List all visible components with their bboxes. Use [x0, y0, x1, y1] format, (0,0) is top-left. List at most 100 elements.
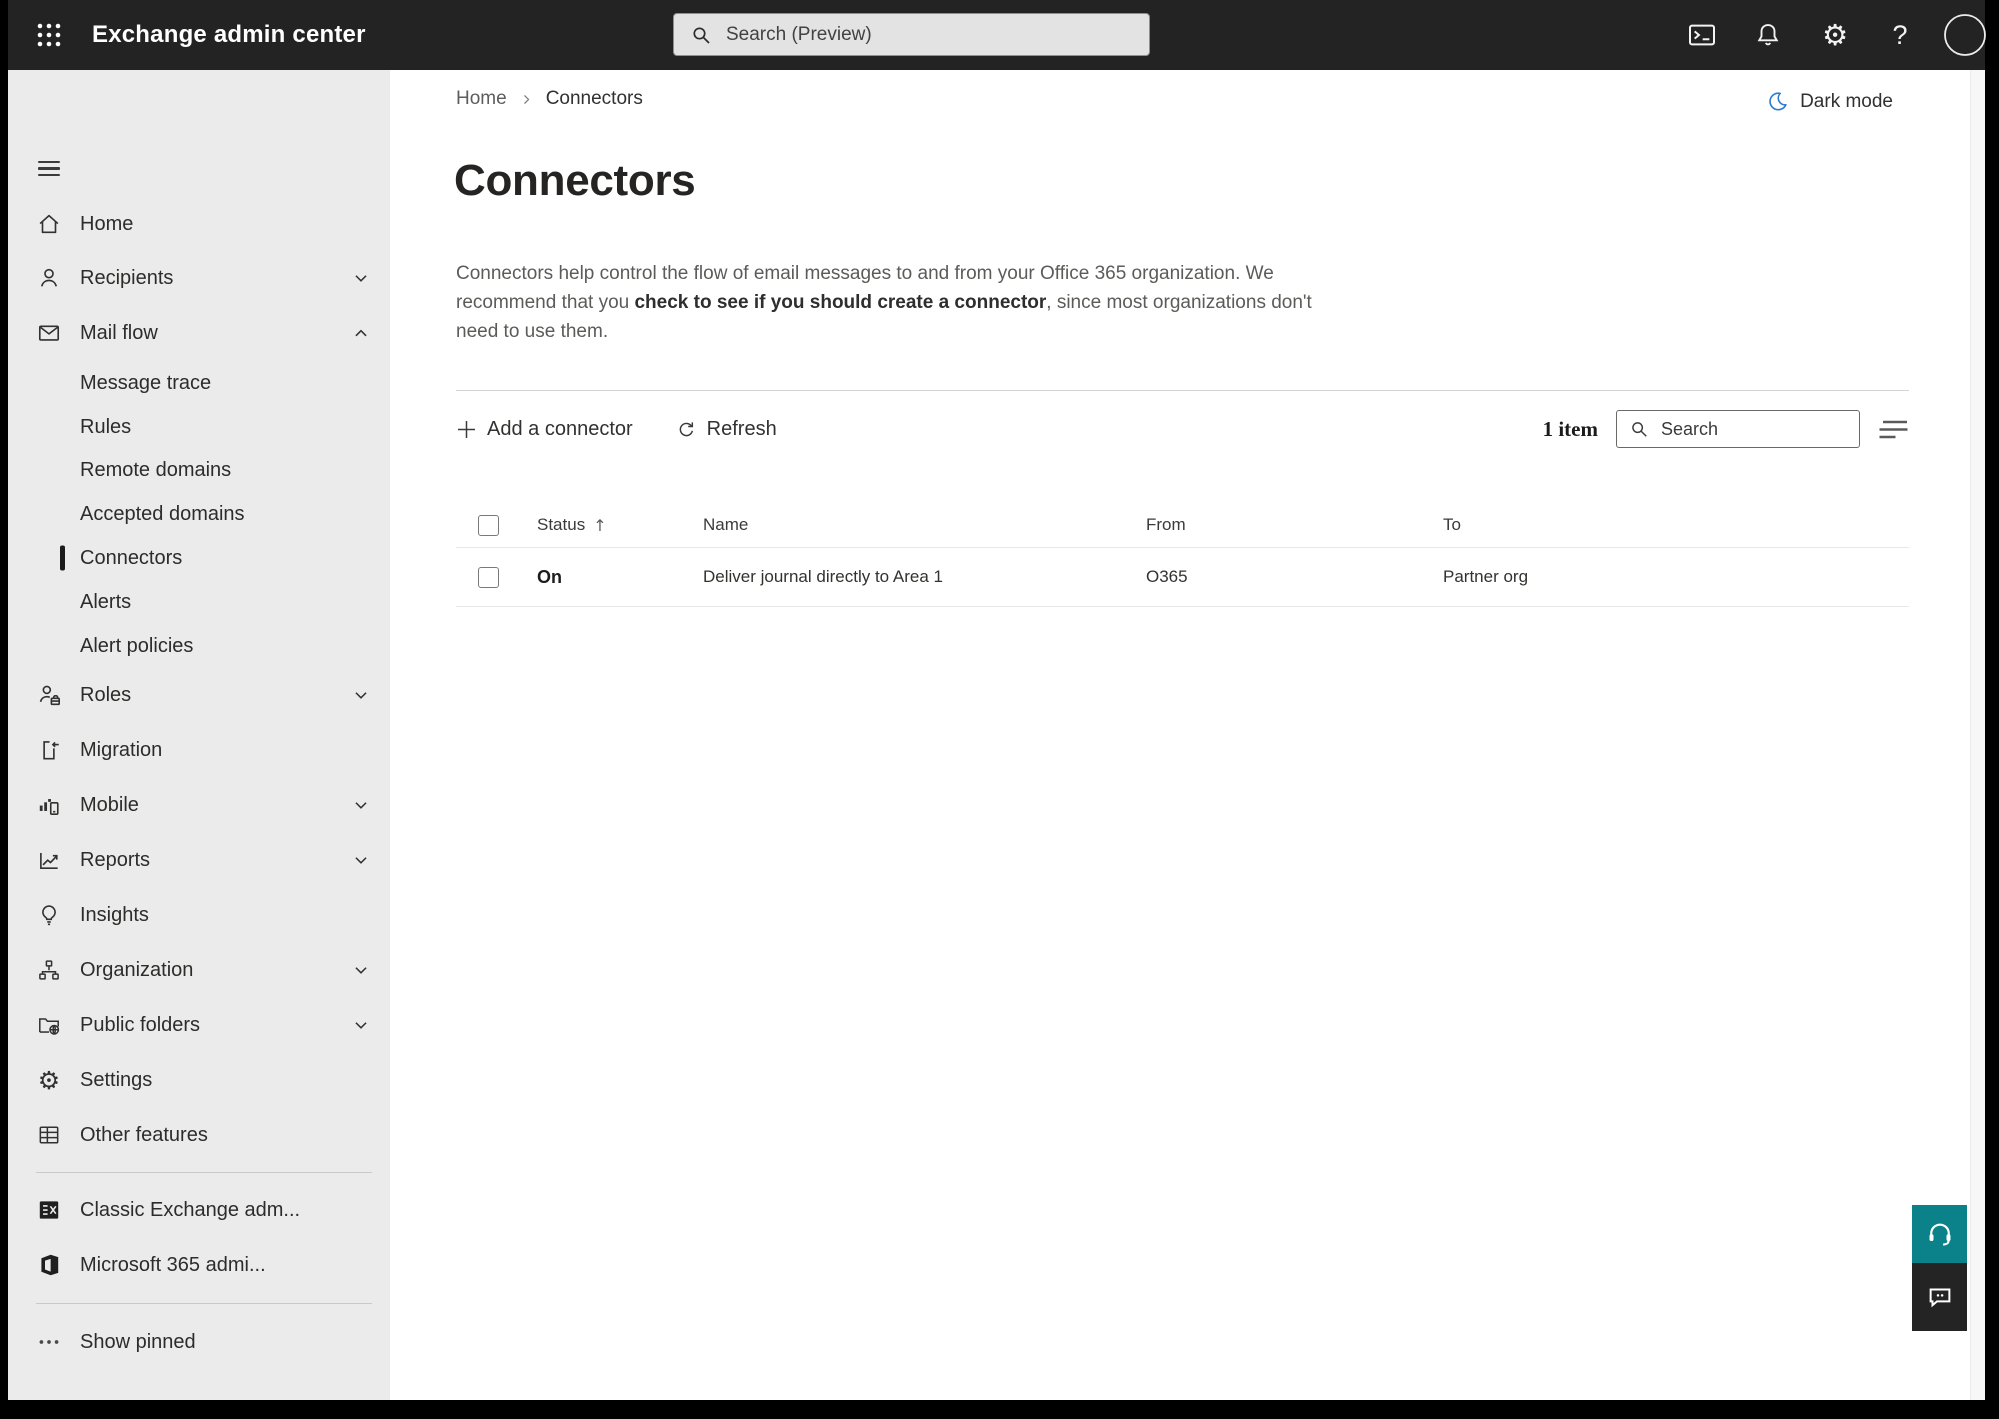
page-title: Connectors	[454, 156, 696, 205]
moon-icon	[1766, 90, 1789, 113]
search-icon	[690, 24, 712, 46]
row-from: O365	[1146, 567, 1188, 586]
sidebar-item-connectors[interactable]: Connectors	[8, 536, 390, 580]
mobile-stats-icon	[36, 792, 62, 818]
app-title: Exchange admin center	[92, 21, 366, 48]
sidebar-item-public-folders[interactable]: Public folders	[8, 998, 390, 1052]
top-app-bar: Exchange admin center ⚙ ?	[8, 0, 1988, 70]
add-connector-button[interactable]: Add a connector	[456, 418, 633, 441]
sidebar-item-migration[interactable]: Migration	[8, 723, 390, 777]
breadcrumb-home-link[interactable]: Home	[456, 88, 507, 110]
global-search-box[interactable]	[673, 13, 1150, 56]
feedback-bubble-icon	[1925, 1282, 1955, 1312]
sidebar-item-reports[interactable]: Reports	[8, 833, 390, 887]
support-button[interactable]	[1912, 1205, 1967, 1263]
breadcrumb-current: Connectors	[545, 88, 643, 109]
search-icon	[1629, 419, 1649, 439]
sidebar-item-remote-domains[interactable]: Remote domains	[8, 448, 390, 492]
person-briefcase-icon	[36, 682, 62, 708]
ellipsis-icon	[36, 1329, 62, 1355]
item-count: 1 item	[1542, 416, 1598, 441]
table-header-row: Status ↑ Name From To	[456, 503, 1909, 548]
scrollbar-track[interactable]	[1970, 70, 1985, 1400]
dark-mode-label: Dark mode	[1800, 90, 1893, 112]
column-header-name[interactable]: Name	[703, 515, 1146, 535]
chevron-down-icon	[352, 961, 370, 979]
refresh-button[interactable]: Refresh	[675, 418, 777, 441]
chevron-down-icon	[352, 686, 370, 704]
sidebar-item-message-trace[interactable]: Message trace	[8, 361, 390, 405]
row-to: Partner org	[1443, 567, 1529, 586]
filter-icon[interactable]	[1878, 417, 1909, 442]
table-grid-icon	[36, 1122, 62, 1148]
sidebar-item-accepted-domains[interactable]: Accepted domains	[8, 492, 390, 536]
sidebar-item-settings[interactable]: ⚙ Settings	[8, 1053, 390, 1107]
sidebar-item-classic-exchange[interactable]: Classic Exchange adm...	[8, 1183, 390, 1237]
document-arrow-icon	[36, 737, 62, 763]
sidebar-item-alerts[interactable]: Alerts	[8, 580, 390, 624]
sidebar-divider	[36, 1172, 372, 1173]
connectors-table: Status ↑ Name From To On Deliver journal…	[456, 503, 1909, 607]
gear-icon: ⚙	[37, 1065, 61, 1095]
sidebar-item-rules[interactable]: Rules	[8, 405, 390, 449]
headset-icon	[1925, 1219, 1955, 1249]
sidebar-item-mail-flow[interactable]: Mail flow	[8, 306, 390, 360]
global-search-input[interactable]	[724, 22, 1149, 47]
folder-globe-icon	[36, 1012, 62, 1038]
microsoft-365-logo-icon	[36, 1252, 62, 1278]
breadcrumb-chevron-icon	[520, 93, 533, 106]
app-launcher-icon[interactable]	[26, 12, 72, 58]
home-icon	[36, 211, 62, 237]
org-tree-icon	[36, 957, 62, 983]
exchange-logo-icon	[36, 1197, 62, 1223]
list-search-input[interactable]	[1659, 417, 1859, 441]
nav-collapse-icon[interactable]	[38, 161, 60, 180]
sidebar-item-mobile[interactable]: Mobile	[8, 778, 390, 832]
cloud-shell-icon[interactable]	[1682, 0, 1722, 70]
chevron-down-icon	[352, 269, 370, 287]
create-connector-check-link[interactable]: check to see if you should create a conn…	[634, 292, 1046, 313]
sort-ascending-icon: ↑	[593, 515, 607, 535]
main-content: Home Connectors Dark mode Connectors Con…	[390, 70, 1970, 1400]
row-checkbox[interactable]	[478, 566, 499, 588]
sidebar-item-insights[interactable]: Insights	[8, 888, 390, 942]
sidebar-item-home[interactable]: Home	[8, 197, 390, 251]
sidebar-item-show-pinned[interactable]: Show pinned	[8, 1315, 390, 1369]
left-navigation: Home Recipients Mail flow Message trace …	[8, 70, 390, 1400]
person-icon	[36, 265, 62, 291]
plus-icon	[456, 419, 477, 440]
refresh-icon	[675, 418, 697, 440]
notifications-bell-icon[interactable]	[1748, 0, 1788, 70]
sidebar-item-other-features[interactable]: Other features	[8, 1108, 390, 1162]
toolbar-divider	[456, 390, 1909, 391]
chevron-down-icon	[352, 796, 370, 814]
settings-gear-icon[interactable]: ⚙	[1815, 0, 1855, 70]
mail-icon	[36, 320, 62, 346]
column-header-from[interactable]: From	[1146, 515, 1443, 535]
feedback-button[interactable]	[1912, 1263, 1967, 1331]
chevron-down-icon	[352, 1016, 370, 1034]
sidebar-item-recipients[interactable]: Recipients	[8, 251, 390, 305]
list-search-box[interactable]	[1616, 410, 1860, 448]
page-description: Connectors help control the flow of emai…	[456, 263, 1312, 342]
list-toolbar: Add a connector Refresh 1 item	[456, 401, 1909, 457]
chevron-up-icon	[352, 324, 370, 342]
table-row[interactable]: On Deliver journal directly to Area 1 O3…	[456, 548, 1909, 607]
select-all-checkbox[interactable]	[478, 514, 499, 536]
sidebar-item-roles[interactable]: Roles	[8, 668, 390, 722]
sidebar-item-alert-policies[interactable]: Alert policies	[8, 624, 390, 668]
row-name-link[interactable]: Deliver journal directly to Area 1	[703, 567, 1146, 587]
chevron-down-icon	[352, 851, 370, 869]
sidebar-divider	[36, 1303, 372, 1304]
column-header-status[interactable]: Status ↑	[516, 515, 703, 535]
column-header-to[interactable]: To	[1443, 515, 1909, 535]
sidebar-item-microsoft-365-admin[interactable]: Microsoft 365 admi...	[8, 1238, 390, 1292]
breadcrumb: Home Connectors	[456, 86, 643, 112]
sidebar-item-organization[interactable]: Organization	[8, 943, 390, 997]
row-status: On	[537, 566, 562, 587]
dark-mode-toggle[interactable]: Dark mode	[1766, 90, 1893, 113]
account-avatar[interactable]	[1942, 0, 1988, 70]
line-chart-icon	[36, 847, 62, 873]
help-icon[interactable]: ?	[1880, 0, 1920, 70]
lightbulb-icon	[36, 902, 62, 928]
